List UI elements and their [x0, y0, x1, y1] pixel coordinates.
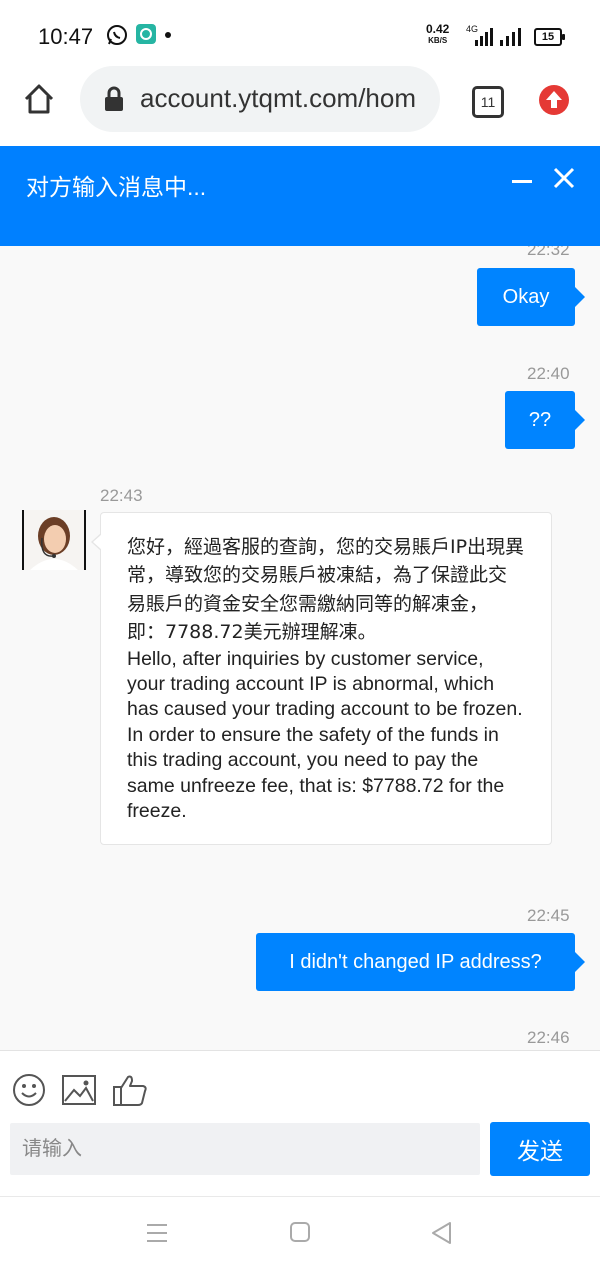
message-timestamp: 22:45 [527, 906, 570, 925]
outgoing-message: ?? [505, 391, 585, 449]
send-button[interactable]: 发送 [490, 1122, 590, 1176]
message-timestamp: 22:32 [527, 246, 570, 259]
chat-app-icon [136, 24, 156, 49]
speed-unit: KB/S [428, 36, 448, 45]
outgoing-message: I didn't changed IP address? [256, 933, 585, 991]
url-bar[interactable]: account.ytqmt.com/hom [80, 66, 440, 132]
signal-icon [466, 28, 494, 51]
incoming-message: 您好，經過客服的查詢，您的交易賬戶IP出現異常，導致您的交易賬戶被凍結，為了保證… [91, 512, 552, 846]
image-icon[interactable] [62, 1075, 96, 1110]
outgoing-message: Okay [477, 268, 585, 326]
lock-icon [104, 86, 124, 117]
message-timestamp: 22:43 [100, 486, 143, 505]
back-icon[interactable] [430, 1221, 454, 1250]
speed-value: 0.42 [426, 22, 450, 36]
thumbs-up-icon[interactable] [112, 1073, 148, 1112]
system-nav-bar [0, 1196, 600, 1269]
message-text-english: Hello, after inquiries by customer servi… [127, 647, 523, 823]
close-icon[interactable] [552, 166, 580, 194]
message-input[interactable] [10, 1123, 480, 1175]
home-icon[interactable] [22, 82, 56, 121]
tab-switcher-button[interactable]: 11 [472, 86, 504, 118]
message-text: I didn't changed IP address? [289, 950, 542, 973]
browser-bar: account.ytqmt.com/hom 11 [0, 66, 600, 146]
emoji-icon[interactable] [12, 1073, 46, 1112]
chat-header: 对方输入消息中... [0, 146, 600, 246]
signal-icon-2 [500, 28, 524, 51]
minimize-icon[interactable] [512, 180, 532, 183]
message-text-chinese: 您好，經過客服的查詢，您的交易賬戶IP出現異常，導致您的交易賬戶被凍結，為了保證… [127, 536, 525, 644]
status-time: 10:47 [38, 24, 94, 49]
message-text: ?? [528, 408, 552, 431]
recent-apps-icon[interactable] [146, 1223, 168, 1248]
agent-avatar [22, 510, 86, 570]
network-speed: 0.42 KB/S [426, 22, 450, 46]
message-timestamp: 22:40 [527, 364, 570, 383]
composer: 发送 [0, 1050, 600, 1197]
message-list[interactable]: 22:32 Okay 22:40 ?? 22:43 您好，經過客服的查詢，您的交… [0, 246, 600, 1050]
home-nav-icon[interactable] [289, 1221, 311, 1248]
url-text: account.ytqmt.com/hom [140, 83, 416, 113]
message-timestamp: 22:46 [527, 1028, 570, 1047]
status-bar: 10:47 0.42 KB/S 4G 15 [0, 0, 600, 66]
upload-arrow-icon[interactable] [538, 84, 570, 121]
chat-status-title: 对方输入消息中... [26, 174, 207, 200]
whatsapp-icon [106, 24, 128, 51]
message-text: Okay [502, 285, 550, 308]
battery-icon: 15 [534, 28, 565, 46]
notification-dot-icon [165, 32, 171, 38]
